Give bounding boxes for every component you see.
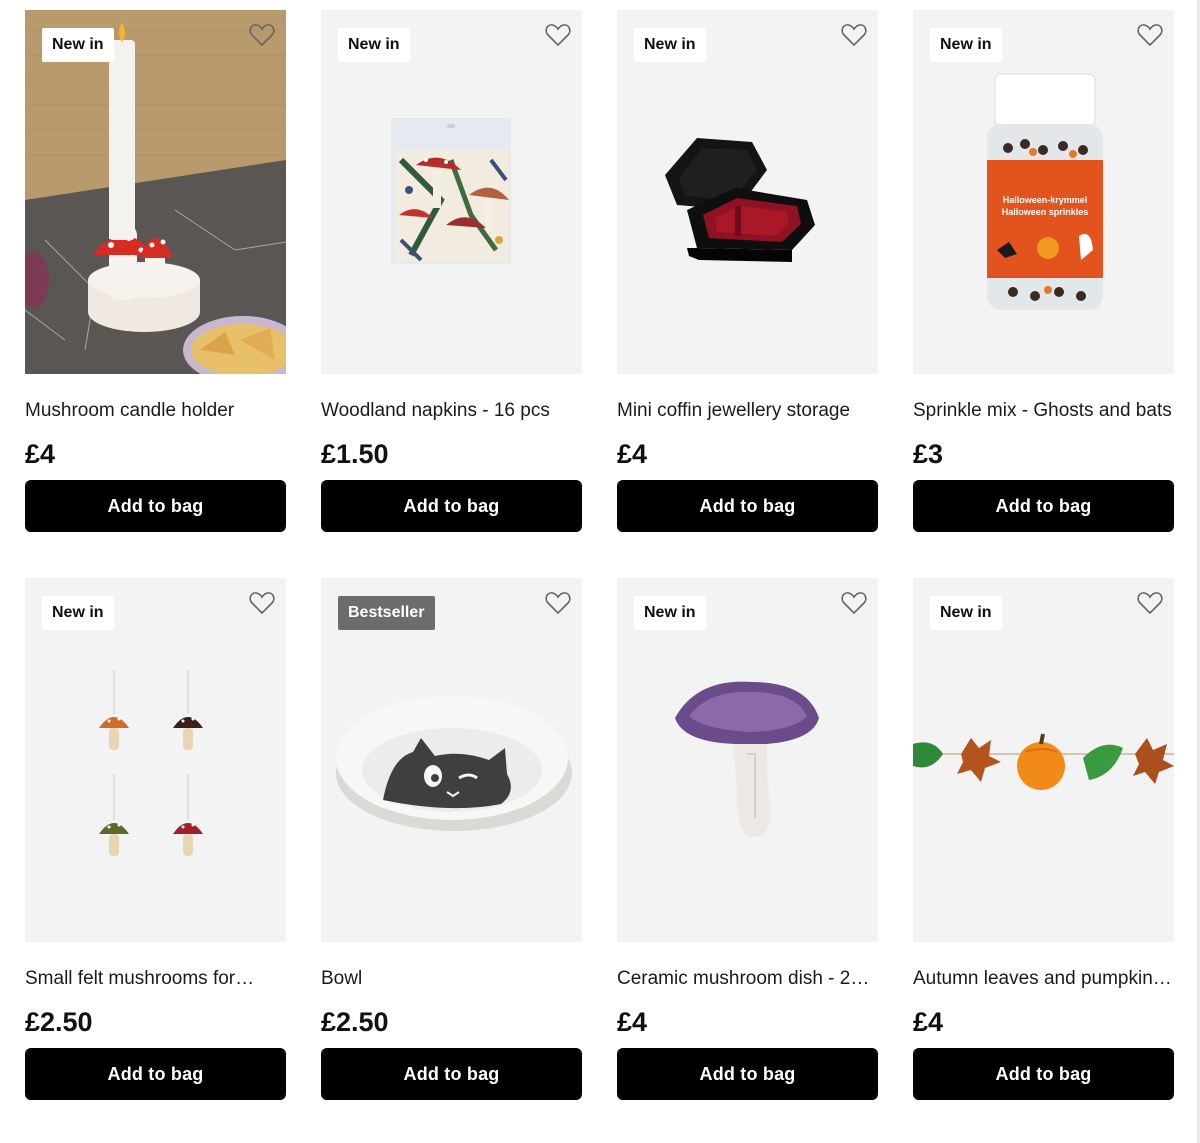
product-price: £2.50: [321, 1007, 389, 1037]
product-card: New in Autumn leaves and pumpkins… £4 Ad…: [913, 578, 1174, 1100]
product-image[interactable]: New in: [25, 578, 286, 942]
product-title[interactable]: Bowl: [321, 967, 582, 991]
product-image[interactable]: New in: [25, 10, 286, 374]
product-card: Halloween-krymmel Halloween sprinkles Ne…: [913, 10, 1174, 532]
add-to-bag-button[interactable]: Add to bag: [617, 480, 878, 532]
heart-outline-icon[interactable]: [841, 591, 867, 615]
add-to-bag-button[interactable]: Add to bag: [913, 480, 1174, 532]
product-price: £2.50: [25, 1007, 93, 1037]
product-price: £4: [25, 439, 56, 469]
product-image[interactable]: Bestseller: [321, 578, 582, 942]
product-title[interactable]: Small felt mushrooms for…: [25, 967, 286, 991]
product-price: £3: [913, 439, 944, 469]
heart-outline-icon[interactable]: [545, 591, 571, 615]
add-to-bag-button[interactable]: Add to bag: [321, 1048, 582, 1100]
new-in-badge: New in: [930, 596, 1002, 630]
product-image[interactable]: Halloween-krymmel Halloween sprinkles Ne…: [913, 10, 1174, 374]
product-card: New in Woodland napkins - 16 pcs £1.50 A…: [321, 10, 582, 532]
product-image[interactable]: New in: [617, 10, 878, 374]
new-in-badge: New in: [42, 28, 114, 62]
heart-outline-icon[interactable]: [249, 23, 275, 47]
add-to-bag-button[interactable]: Add to bag: [25, 480, 286, 532]
product-card: New in Mushroom candle holder £4 Add to …: [25, 10, 286, 532]
product-grid: New in Mushroom candle holder £4 Add to …: [25, 10, 1174, 1100]
sprinkle-jar-photo: Halloween-krymmel Halloween sprinkles: [987, 73, 1103, 310]
heart-outline-icon[interactable]: [249, 591, 275, 615]
product-title[interactable]: Mini coffin jewellery storage: [617, 399, 878, 423]
new-in-badge: New in: [634, 596, 706, 630]
product-title[interactable]: Woodland napkins - 16 pcs: [321, 399, 582, 423]
bestseller-badge: Bestseller: [338, 596, 435, 630]
product-price: £4: [617, 439, 648, 469]
product-title[interactable]: Mushroom candle holder: [25, 399, 286, 423]
product-price: £4: [913, 1007, 944, 1037]
product-title[interactable]: Sprinkle mix - Ghosts and bats: [913, 399, 1174, 423]
cat-bowl-photo: [336, 696, 572, 831]
add-to-bag-button[interactable]: Add to bag: [321, 480, 582, 532]
product-image[interactable]: New in: [321, 10, 582, 374]
product-image[interactable]: New in: [617, 578, 878, 942]
new-in-badge: New in: [338, 28, 410, 62]
product-price: £1.50: [321, 439, 389, 469]
heart-outline-icon[interactable]: [1137, 23, 1163, 47]
product-card: New in Small felt mushrooms for… £2.50 A…: [25, 578, 286, 1100]
coffin-box-photo: [665, 138, 815, 262]
product-price: £4: [617, 1007, 648, 1037]
jar-label-line-1: Halloween-krymmel: [1003, 195, 1088, 205]
ceramic-mushroom-dish-photo: [675, 681, 819, 837]
product-title[interactable]: Autumn leaves and pumpkins…: [913, 967, 1174, 991]
product-card: New in Ceramic mushroom dish - 20… £4 Ad…: [617, 578, 878, 1100]
product-title[interactable]: Ceramic mushroom dish - 20…: [617, 967, 878, 991]
product-image[interactable]: New in: [913, 578, 1174, 942]
candle-holder-photo: [25, 10, 286, 374]
add-to-bag-button[interactable]: Add to bag: [25, 1048, 286, 1100]
felt-mushrooms-photo: [99, 670, 203, 856]
new-in-badge: New in: [930, 28, 1002, 62]
jar-label-line-2: Halloween sprinkles: [1002, 207, 1089, 217]
heart-outline-icon[interactable]: [1137, 591, 1163, 615]
heart-outline-icon[interactable]: [545, 23, 571, 47]
add-to-bag-button[interactable]: Add to bag: [617, 1048, 878, 1100]
autumn-garland-photo: [913, 733, 1174, 790]
new-in-badge: New in: [42, 596, 114, 630]
product-card: Bestseller Bowl £2.50 Add to bag: [321, 578, 582, 1100]
add-to-bag-button[interactable]: Add to bag: [913, 1048, 1174, 1100]
heart-outline-icon[interactable]: [841, 23, 867, 47]
product-card: New in Mini coffin jewellery storage £4 …: [617, 10, 878, 532]
napkins-photo: [391, 118, 511, 264]
new-in-badge: New in: [634, 28, 706, 62]
